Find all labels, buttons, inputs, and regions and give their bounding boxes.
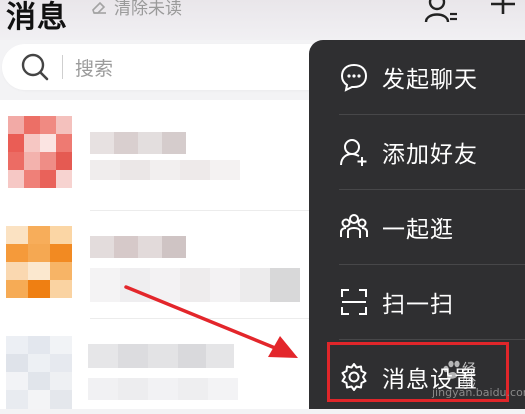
menu-item-label: 发起聊天 [382, 67, 478, 93]
scan-icon [341, 289, 367, 315]
group-icon [340, 214, 368, 238]
menu-item-label: 一起逛 [382, 217, 454, 243]
add-friend-icon [340, 139, 367, 166]
menu-item-add-friend[interactable]: 添加好友 [309, 115, 525, 189]
chat-bubble-icon [340, 63, 368, 92]
menu-item-label: 扫一扫 [382, 292, 454, 318]
watermark: 经验 jingyan.baidu.com [432, 360, 525, 399]
menu-item-browse-together[interactable]: 一起逛 [309, 190, 525, 264]
watermark-url: jingyan.baidu.com [432, 386, 525, 399]
menu-item-scan[interactable]: 扫一扫 [309, 265, 525, 339]
menu-item-label: 添加好友 [382, 142, 478, 168]
menu-item-start-chat[interactable]: 发起聊天 [309, 40, 525, 114]
